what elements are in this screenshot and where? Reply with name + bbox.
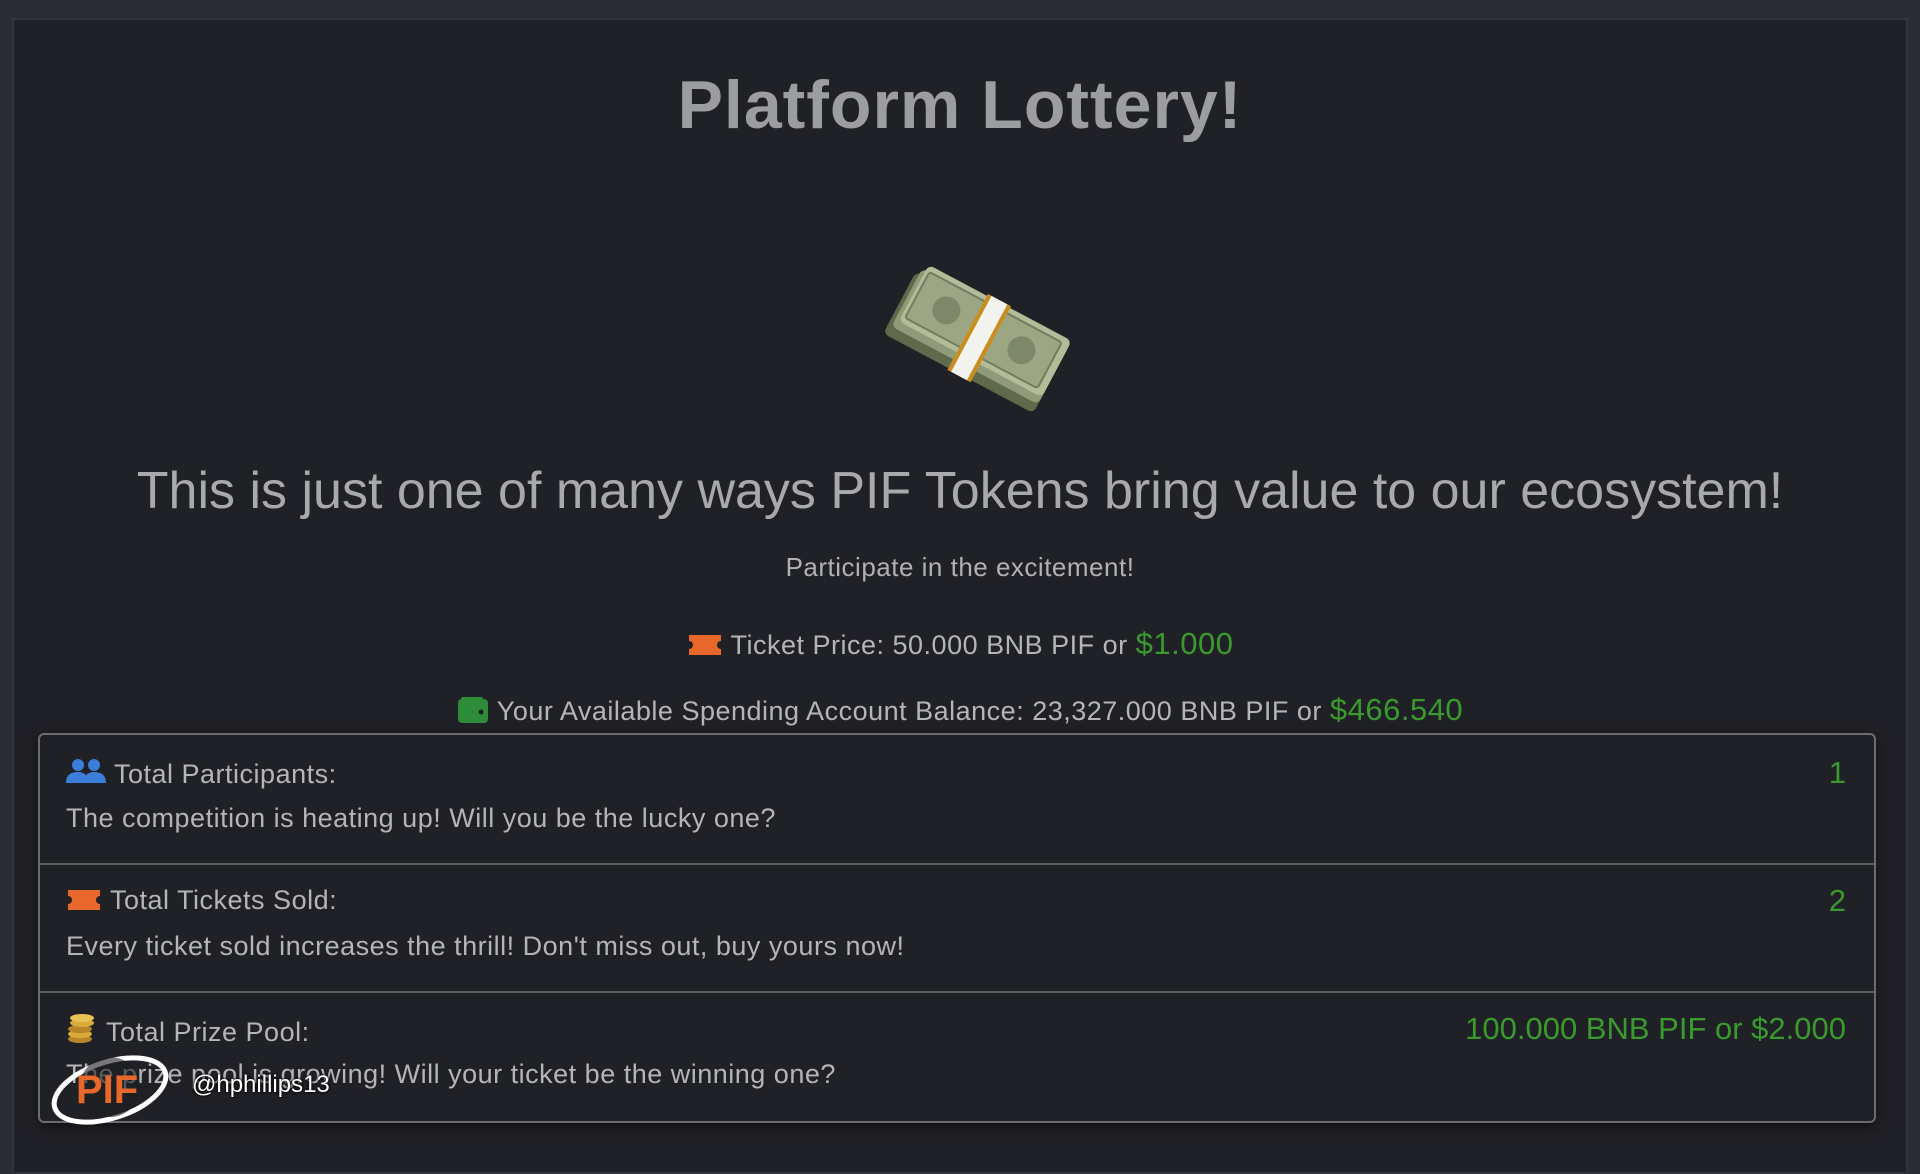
stats-value: 100.000 BNB PIF or $2.000 — [1465, 1011, 1846, 1046]
stats-row-participants: Total Participants: The competition is h… — [40, 735, 1874, 865]
subtitle: Participate in the excitement! — [785, 552, 1135, 582]
stats-row-header: Total Participants: — [66, 757, 337, 790]
stats-label: Total Prize Pool: — [106, 1017, 310, 1047]
ticket-price-line: Ticket Price: 50.000 BNB PIF or $1.000 — [12, 626, 1908, 662]
users-icon — [66, 759, 106, 783]
tagline: This is just one of many ways PIF Tokens… — [136, 462, 1784, 520]
coins-icon — [68, 1014, 94, 1043]
balance-label: Your Available Spending Account Balance:… — [496, 696, 1322, 726]
page-title: Platform Lottery! — [677, 67, 1243, 143]
stats-row-header: Total Prize Pool: — [66, 1013, 310, 1048]
stats-value: 2 — [1828, 883, 1846, 918]
money-stack-icon — [885, 266, 1070, 412]
pif-logo-text: PIF — [76, 1068, 138, 1112]
ticket-icon — [68, 890, 100, 910]
watermark-handle: @hphillips13 — [192, 1071, 330, 1098]
balance-usd: $466.540 — [1329, 692, 1464, 727]
ticket-icon — [688, 635, 721, 655]
balance-line: Your Available Spending Account Balance:… — [12, 692, 1908, 728]
wallet-icon — [457, 697, 488, 723]
stats-row-tickets: Total Tickets Sold: Every ticket sold in… — [40, 863, 1874, 993]
stats-description: Every ticket sold increases the thrill! … — [66, 931, 905, 961]
stats-label: Total Participants: — [114, 759, 337, 789]
stats-row-header: Total Tickets Sold: — [66, 885, 337, 916]
stats-value: 1 — [1828, 755, 1846, 790]
stats-label: Total Tickets Sold: — [110, 885, 338, 915]
stats-description: The competition is heating up! Will you … — [66, 803, 776, 833]
ticket-price-usd: $1.000 — [1135, 626, 1234, 661]
ticket-price-label: Ticket Price: 50.000 BNB PIF or — [730, 630, 1128, 660]
